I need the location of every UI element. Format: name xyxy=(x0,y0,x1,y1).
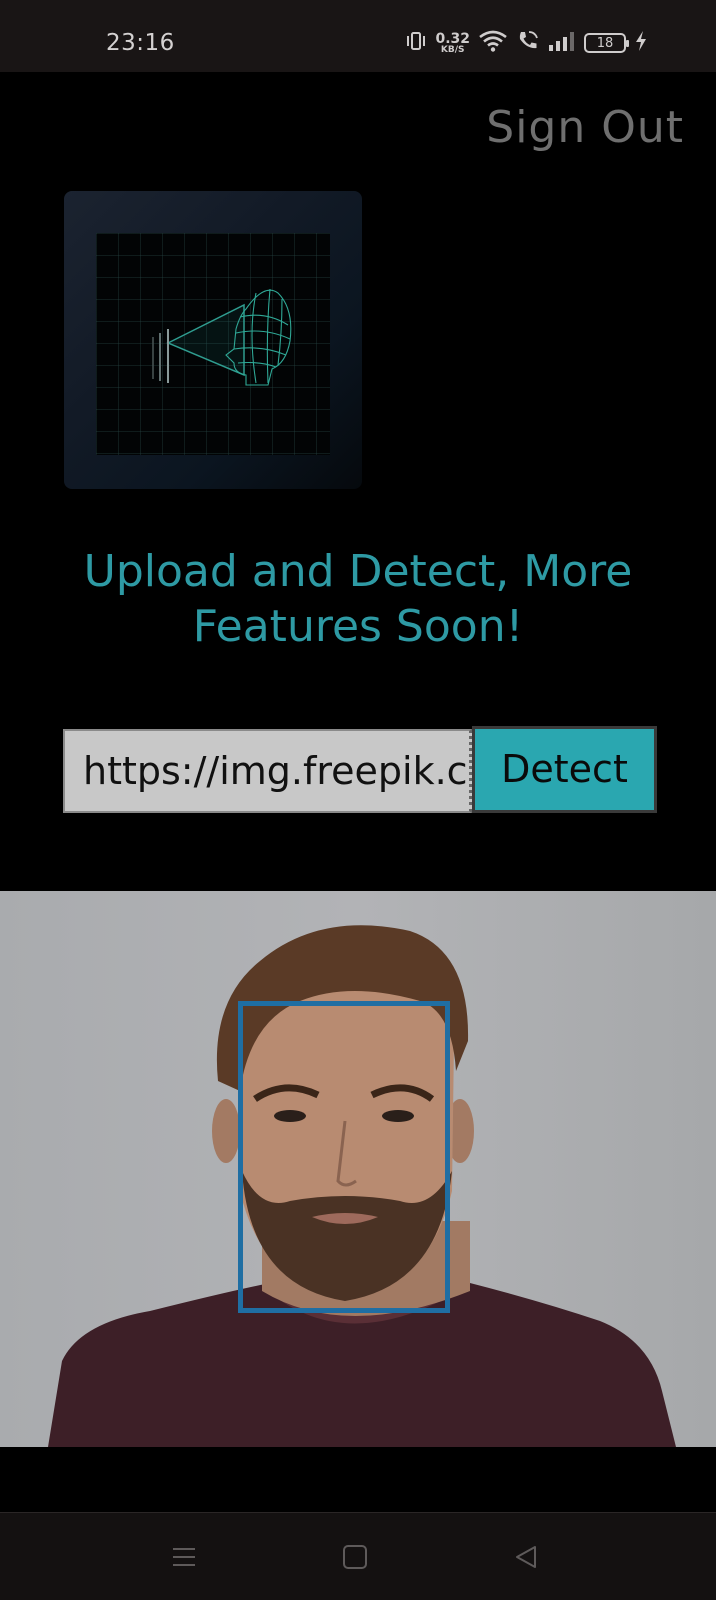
home-icon[interactable] xyxy=(335,1541,375,1573)
network-speed: 0.32 KB/S xyxy=(435,32,470,55)
signal-icon xyxy=(548,30,576,56)
wifi-icon xyxy=(478,29,508,57)
headline: Upload and Detect, More Features Soon! xyxy=(83,546,633,652)
url-form: Detect xyxy=(63,726,657,813)
status-bar: 23:16 0.32 KB/S 18 xyxy=(0,0,716,72)
face-bounding-box xyxy=(238,1001,450,1313)
sign-out-link[interactable]: Sign Out xyxy=(486,102,684,153)
back-icon[interactable] xyxy=(506,1541,546,1573)
network-speed-value: 0.32 xyxy=(435,30,470,47)
charging-icon xyxy=(634,30,648,56)
face-scan-icon xyxy=(96,233,330,455)
vibrate-icon xyxy=(405,30,427,56)
network-speed-unit: KB/S xyxy=(440,44,465,55)
detect-button[interactable]: Detect xyxy=(472,726,657,813)
menu-icon[interactable] xyxy=(164,1541,204,1573)
status-icons: 0.32 KB/S 18 xyxy=(405,28,648,58)
image-url-input[interactable] xyxy=(63,729,472,813)
status-time: 23:16 xyxy=(106,30,175,56)
app-screen: Sign Out Upload and Detect, More Feature… xyxy=(0,72,716,1512)
battery-level: 18 xyxy=(596,35,614,51)
logo-card xyxy=(64,191,362,489)
detected-portrait-image xyxy=(0,891,716,1447)
wifi-call-icon xyxy=(516,29,540,57)
system-nav-bar xyxy=(0,1512,716,1600)
battery-icon: 18 xyxy=(584,33,629,53)
